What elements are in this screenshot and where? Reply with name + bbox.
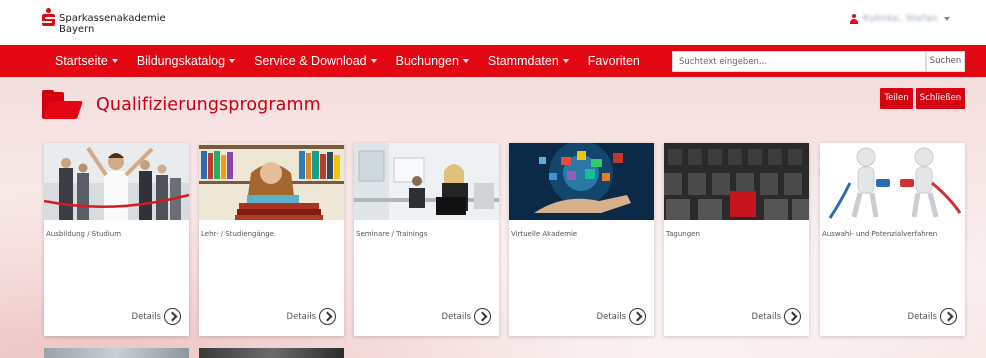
- card-label: Ausbildung / Studium: [46, 230, 122, 238]
- card-seminare-trainings[interactable]: Seminare / Trainings Details: [354, 143, 499, 336]
- chevron-down-icon: [944, 17, 950, 21]
- chevron-down-icon: [111, 59, 118, 63]
- conference-chairs-image: [664, 143, 809, 220]
- details-link[interactable]: Details: [287, 308, 336, 325]
- card-label: Virtuelle Akademie: [511, 230, 578, 238]
- card-tagungen[interactable]: Tagungen Details: [664, 143, 809, 336]
- nav-item-label: Buchungen: [395, 54, 459, 68]
- nav-item-startseite[interactable]: Startseite: [55, 54, 118, 68]
- brand-name-line2: Bayern: [59, 24, 95, 35]
- details-label: Details: [907, 311, 937, 322]
- card-ausbildung-studium[interactable]: Ausbildung / Studium Details: [44, 143, 189, 336]
- nav-item-label: Startseite: [55, 54, 108, 68]
- search-button[interactable]: Suchen: [926, 51, 965, 72]
- user-menu[interactable]: Kuhnke, Stefan: [850, 14, 950, 24]
- nav-item-label: Bildungskatalog: [136, 54, 226, 68]
- details-link[interactable]: Details: [132, 308, 181, 325]
- details-label: Details: [286, 311, 316, 322]
- details-label: Details: [596, 311, 626, 322]
- chevron-right-circle-icon: [474, 308, 491, 325]
- nav-item-label: Favoriten: [587, 54, 640, 68]
- details-label: Details: [441, 311, 471, 322]
- card-label: Seminare / Trainings: [356, 230, 428, 238]
- close-button[interactable]: Schließen: [916, 88, 965, 109]
- student-with-books-image: [199, 143, 344, 220]
- details-link[interactable]: Details: [908, 308, 957, 325]
- nav-item-buchungen[interactable]: Buchungen: [396, 54, 469, 68]
- user-name: Kuhnke, Stefan: [863, 14, 938, 24]
- chevron-right-circle-icon: [319, 308, 336, 325]
- main-navbar: Startseite Bildungskatalog Service & Dow…: [0, 45, 986, 77]
- brand-logo-link[interactable]: Sparkassenakademie Bayern: [42, 8, 166, 35]
- card-label: Tagungen: [666, 230, 700, 238]
- seminar-room-image: [354, 143, 499, 220]
- user-icon: [850, 14, 859, 24]
- details-label: Details: [751, 311, 781, 322]
- details-link[interactable]: Details: [752, 308, 801, 325]
- search-input[interactable]: Suchtext eingeben...: [672, 51, 926, 72]
- nav-item-favoriten[interactable]: Favoriten: [588, 54, 640, 68]
- details-label: Details: [131, 311, 161, 322]
- share-button[interactable]: Teilen: [880, 88, 913, 109]
- top-header: Sparkassenakademie Bayern Kuhnke, Stefan: [0, 0, 986, 45]
- connecting-figures-image: [820, 143, 965, 220]
- nav-item-stammdaten[interactable]: Stammdaten: [488, 54, 569, 68]
- search-placeholder: Suchtext eingeben...: [679, 57, 768, 67]
- nav-item-service-download[interactable]: Service & Download: [254, 54, 377, 68]
- graduates-celebrating-image: [44, 143, 189, 220]
- folder-open-icon: [42, 90, 83, 120]
- page-title: Qualifizierungsprogramm: [96, 95, 321, 115]
- sparkasse-logo-icon: [42, 8, 55, 28]
- page-heading: Qualifizierungsprogramm: [42, 90, 321, 120]
- nav-item-label: Service & Download: [254, 54, 367, 68]
- details-link[interactable]: Details: [442, 308, 491, 325]
- card-label: Auswahl- und Potenzialverfahren: [822, 230, 938, 238]
- chevron-down-icon: [462, 59, 469, 63]
- card-row2-thumbnail: [199, 348, 344, 358]
- chevron-down-icon: [229, 59, 236, 63]
- chevron-down-icon: [562, 59, 569, 63]
- nav-item-bildungskatalog[interactable]: Bildungskatalog: [136, 54, 236, 68]
- digital-hand-image: [509, 143, 654, 220]
- brand-name-line1: Sparkassenakademie: [59, 13, 166, 24]
- details-link[interactable]: Details: [597, 308, 646, 325]
- chevron-right-circle-icon: [629, 308, 646, 325]
- brand-name: Sparkassenakademie Bayern: [59, 8, 166, 35]
- chevron-down-icon: [370, 59, 377, 63]
- chevron-right-circle-icon: [164, 308, 181, 325]
- card-row2-thumbnail: [44, 348, 189, 358]
- nav-menu: Startseite Bildungskatalog Service & Dow…: [55, 45, 659, 77]
- card-virtuelle-akademie[interactable]: Virtuelle Akademie Details: [509, 143, 654, 336]
- chevron-right-circle-icon: [940, 308, 957, 325]
- chevron-right-circle-icon: [784, 308, 801, 325]
- card-auswahl-potenzialverfahren[interactable]: Auswahl- und Potenzialverfahren Details: [820, 143, 965, 336]
- card-lehr-studiengaenge[interactable]: Lehr- / Studiengänge Details: [199, 143, 344, 336]
- nav-item-label: Stammdaten: [487, 54, 559, 68]
- card-label: Lehr- / Studiengänge: [201, 230, 274, 238]
